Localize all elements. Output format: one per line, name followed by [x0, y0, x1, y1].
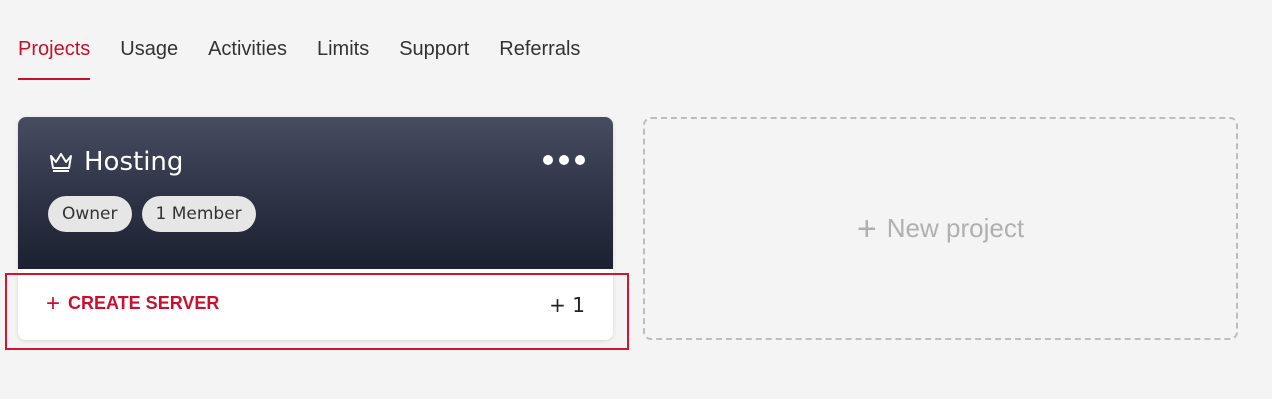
more-horizontal-icon[interactable]	[543, 155, 585, 165]
new-project-button[interactable]: + New project	[643, 117, 1238, 340]
plus-icon: +	[46, 289, 61, 317]
project-card-header[interactable]: Hosting Owner 1 Member	[18, 117, 613, 269]
project-card[interactable]: Hosting Owner 1 Member + CREATE SERVER +…	[18, 117, 613, 340]
project-title-row: Hosting	[48, 147, 183, 177]
create-server-label: CREATE SERVER	[68, 293, 220, 313]
main-tabs: Projects Usage Activities Limits Support…	[18, 34, 580, 80]
project-card-footer: + CREATE SERVER + 1	[18, 269, 613, 340]
plus-icon: +	[856, 209, 877, 248]
extra-count: + 1	[549, 293, 585, 317]
new-project-label: New project	[886, 213, 1025, 243]
tab-support[interactable]: Support	[399, 34, 469, 80]
project-badges: Owner 1 Member	[48, 196, 256, 232]
create-server-button[interactable]: + CREATE SERVER	[46, 289, 220, 317]
tab-projects[interactable]: Projects	[18, 34, 91, 80]
tab-usage[interactable]: Usage	[120, 34, 178, 80]
owner-badge: Owner	[48, 196, 132, 232]
project-title: Hosting	[84, 147, 184, 177]
tab-referrals[interactable]: Referrals	[499, 34, 580, 80]
tab-activities[interactable]: Activities	[208, 34, 287, 80]
member-count-badge: 1 Member	[141, 196, 256, 232]
crown-icon	[48, 150, 74, 174]
tab-limits[interactable]: Limits	[317, 34, 369, 80]
